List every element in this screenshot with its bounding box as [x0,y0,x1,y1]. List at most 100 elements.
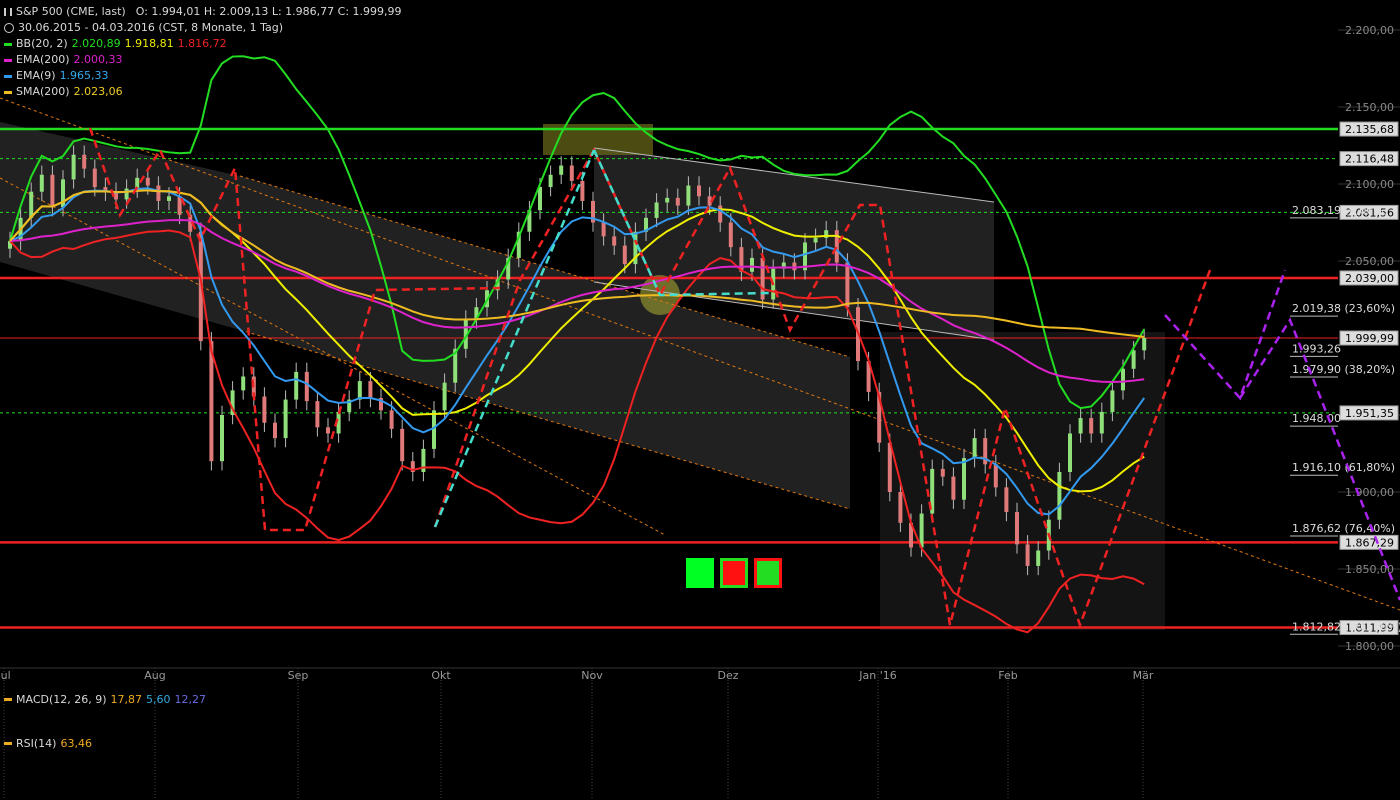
candle-body [1089,418,1094,434]
candle-body [993,464,998,488]
level-tag: 2.116,48 [1339,151,1399,167]
candle-body [92,168,97,188]
macd-legend-name: MACD(12, 26, 9) [16,693,107,706]
fib-label: 2.019,38 (23,60%) [1292,302,1395,315]
candle-body [71,154,76,180]
signal-box-red-green-border[interactable] [720,558,748,588]
signal-box-green-red-border[interactable] [754,558,782,588]
candle-body [792,262,797,271]
candle-body [538,187,542,211]
candle-body [1025,544,1030,566]
legend-row-1: EMA(200) 2.000,33 [4,52,402,68]
candle-body [845,262,850,308]
signal-box-green[interactable] [686,558,714,588]
rsi-value: 63,46 [60,737,92,750]
x-tick-label: Dez [717,669,738,682]
macd-value: 17,87 [110,693,143,706]
legend-row-title: S&P 500 (CME, last) O: 1.994,01 H: 2.009… [4,4,402,20]
macd-signal-value: 5,60 [146,693,171,706]
x-tick-label: Nov [581,669,603,682]
candle-body [156,185,161,201]
x-tick-label: Feb [998,669,1017,682]
legend-value: 2.020,89 [71,37,121,50]
legend-row-0: BB(20, 2) 2.020,89 1.918,81 1.816,72 [4,36,402,52]
candle-body [1131,350,1136,369]
candle-body [50,174,55,208]
level-tag-label: 1.951,35 [1345,407,1394,420]
candle-body [326,427,330,434]
candle-body [1015,512,1019,545]
candle-body [315,401,320,428]
candle-body [813,237,818,243]
x-tick-label: Jan '16 [858,669,896,682]
candle-body [612,236,617,246]
candle-body [951,476,956,500]
candle-body [972,438,977,459]
fib-label: 1.979,90 (38,20%) [1292,363,1395,376]
candle-body [622,245,627,265]
candle-body [665,197,670,203]
candle-body [167,196,171,201]
candle-body [400,428,405,462]
candle-body [1121,368,1125,391]
level-tag-label: 2.116,48 [1345,153,1394,166]
fib-label: 1.812,82 (100,00%) [1292,620,1400,633]
candle-body [1142,338,1147,351]
legend-swatch [4,90,12,94]
legend-value: 1.965,33 [59,69,109,82]
candle-body [718,205,723,223]
candle-body [432,410,436,449]
candle-body [697,185,701,197]
fib-label: 1.948,00 [1292,412,1341,425]
candle-body [82,154,87,169]
y-tick-label: 2.150,00 [1345,101,1394,114]
candle-body [1078,418,1083,434]
x-tick-label: Sep [288,669,309,682]
x-tick-label: Jul [0,669,11,682]
candle-body [304,371,309,402]
candle-body [580,180,585,201]
candle-body [686,185,691,206]
candle-body [1068,433,1072,472]
legend-row-range: 30.06.2015 - 04.03.2016 (CST, 8 Monate, … [4,20,402,36]
candle-body [1099,411,1104,434]
candle-body [750,257,754,272]
bars-icon [4,8,12,16]
legend-swatch [4,58,12,62]
legend-name: EMA(200) [16,53,70,66]
candle-body [368,381,373,399]
candle-body [1036,550,1041,566]
macd-legend: MACD(12, 26, 9) 17,87 5,60 12,27 [4,693,206,706]
candle-body [919,513,924,548]
candle-body [548,174,553,188]
legend-name: EMA(9) [16,69,56,82]
candle-body [887,442,892,492]
legend-row-3: SMA(200) 2.023,06 [4,84,402,100]
legend-swatch [4,74,12,78]
instrument-title: S&P 500 (CME, last) [16,5,126,18]
candle-body [39,174,44,192]
candle-body [241,376,246,391]
chart-canvas[interactable]: 2.200,002.150,002.100,002.050,001.950,00… [0,0,1400,800]
legend-row-2: EMA(9) 1.965,33 [4,68,402,84]
candle-body [209,341,214,462]
level-tag: 1.951,35 [1339,405,1399,421]
candle-body [898,492,903,523]
fib-label: 1.876,62 (76,40%) [1292,522,1395,535]
level-tag-label: 1.867,29 [1345,536,1394,549]
candle-body [294,371,299,400]
candle-body [962,458,966,500]
date-range: 30.06.2015 - 04.03.2016 (CST, 8 Monate, … [18,21,283,34]
chart-legend: S&P 500 (CME, last) O: 1.994,01 H: 2.009… [4,4,402,100]
legend-value: 2.023,06 [73,85,123,98]
level-tag-label: 2.135,68 [1345,123,1394,136]
level-tag: 2.135,68 [1339,121,1399,137]
candle-body [559,165,564,175]
macd-histogram-value: 12,27 [174,693,207,706]
legend-value: 1.816,72 [177,37,227,50]
level-tag: 2.039,00 [1339,270,1399,286]
x-tick-label: Aug [144,669,165,682]
y-tick-label: 1.900,00 [1345,486,1394,499]
x-tick-label: Okt [431,669,451,682]
candle-body [145,177,150,186]
